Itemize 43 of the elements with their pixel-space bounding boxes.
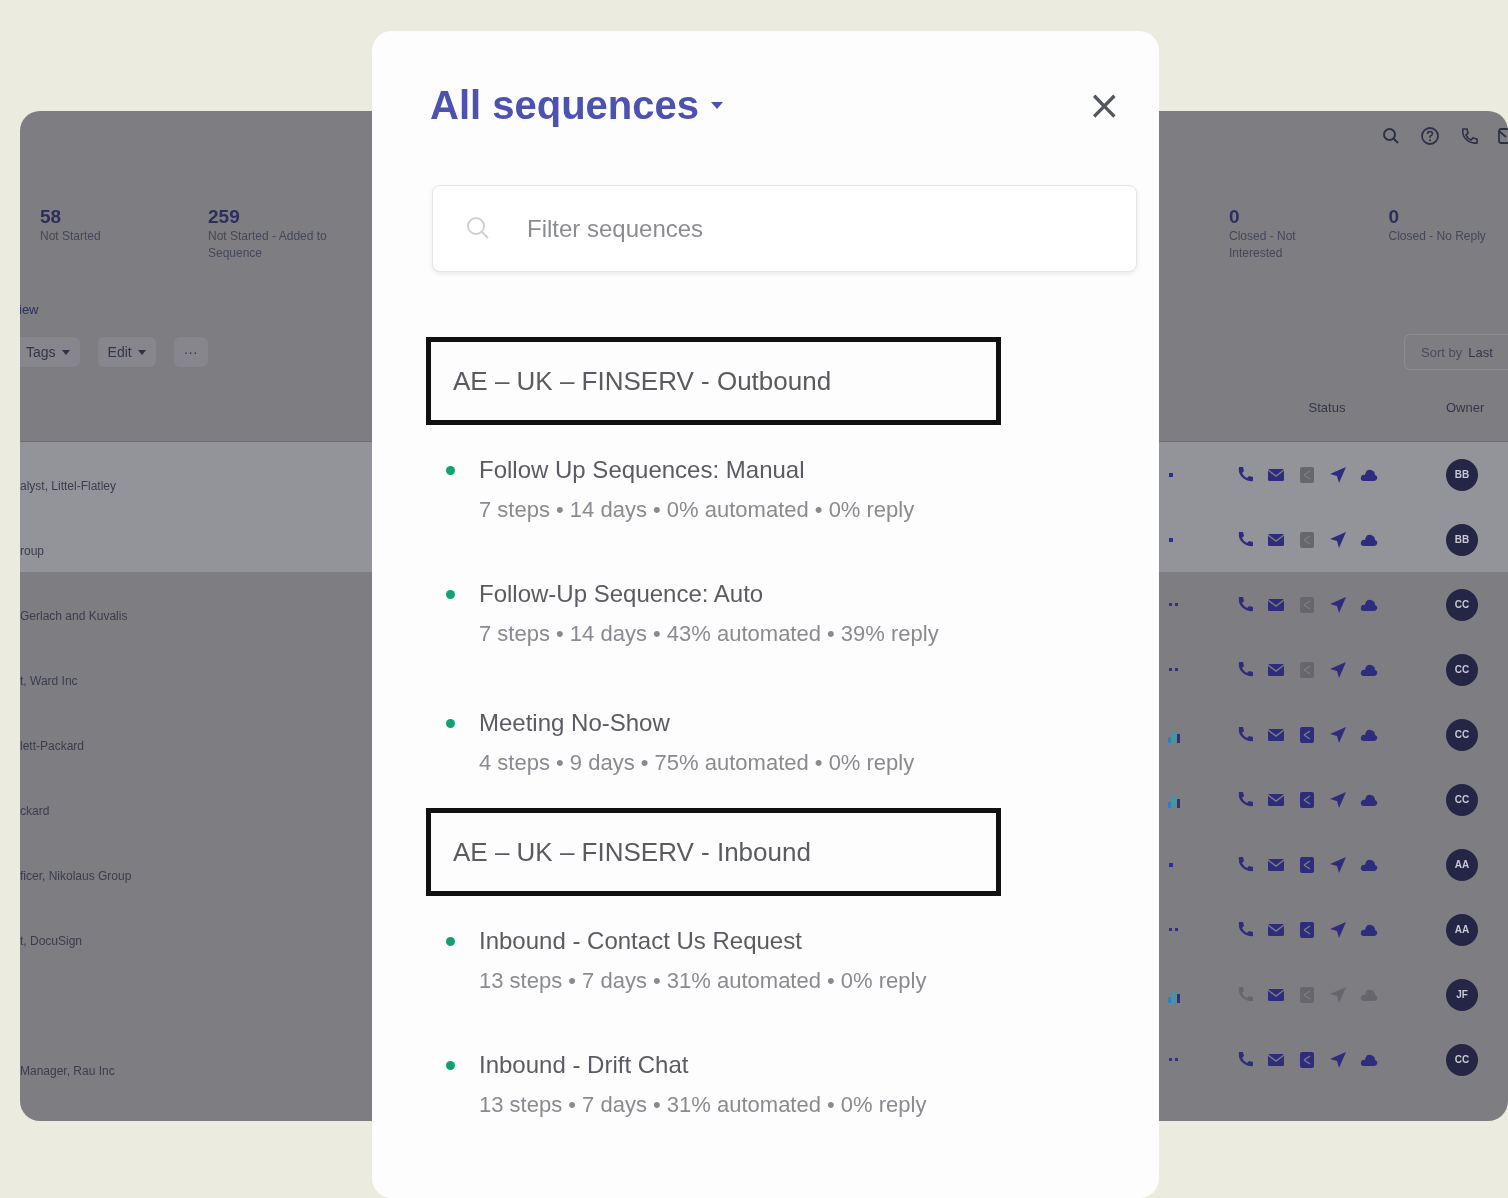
stat-label: Not Started (40, 228, 102, 245)
owner-avatar: BB (1446, 458, 1478, 491)
sequence-stats: 7 steps • 14 days • 0% automated • 0% reply (479, 496, 915, 524)
sequence-stats: 4 steps • 9 days • 75% automated • 0% reply (479, 749, 915, 777)
group-header: AE – UK – FINSERV - Outbound (426, 337, 1001, 425)
table-cell: alyst, Littel-Flatley (20, 479, 117, 493)
stat-value: 58 (40, 206, 63, 228)
sequence-name: Meeting No-Show (479, 708, 671, 738)
stat-label: Closed - No Reply (1388, 228, 1487, 245)
stat-value: 0 (1229, 206, 1241, 228)
owner-avatar: AA (1446, 848, 1478, 881)
table-cell: lett-Packard (20, 739, 85, 753)
group-header: AE – UK – FINSERV - Inbound (426, 808, 1001, 896)
sequence-name: Inbound - Drift Chat (479, 1050, 690, 1080)
column-header: Owner (1446, 400, 1485, 415)
table-cell: ficer, Nikolaus Group (20, 869, 132, 883)
sort-value: Last (1468, 344, 1493, 360)
sequence-stats: 7 steps • 14 days • 43% automated • 39% reply (479, 620, 939, 648)
sequence-name: Follow-Up Sequence: Auto (479, 579, 765, 609)
owner-avatar: BB (1446, 523, 1478, 556)
table-cell: roup (20, 544, 45, 558)
stat-value: 0 (1388, 206, 1401, 228)
sequence-stats: 13 steps • 7 days • 31% automated • 0% reply (479, 1091, 927, 1119)
stat-label: Closed - Not Interested (1229, 228, 1297, 262)
owner-avatar: CC (1446, 653, 1478, 686)
owner-avatar: CC (1446, 783, 1478, 816)
table-cell: t, DocuSign (20, 934, 83, 948)
sequence-name: Inbound - Contact Us Request (479, 926, 803, 956)
sequence-stats: 13 steps • 7 days • 31% automated • 0% reply (479, 967, 927, 995)
table-cell: t, Ward Inc (20, 674, 78, 688)
stat-value: 259 (208, 206, 241, 228)
sequence-name: Follow Up Sequences: Manual (479, 455, 806, 485)
owner-avatar: CC (1446, 1043, 1478, 1076)
table-cell: Manager, Rau Inc (20, 1064, 115, 1078)
owner-avatar: JF (1446, 978, 1478, 1011)
view-label: iew (20, 302, 39, 318)
owner-avatar: AA (1446, 913, 1478, 946)
table-cell: Gerlach and Kuvalis (20, 609, 128, 623)
owner-avatar: CC (1446, 588, 1478, 621)
column-header: Status (1308, 400, 1346, 415)
owner-avatar: CC (1446, 718, 1478, 751)
table-cell: ckard (20, 804, 50, 818)
stat-label: Not Started - Added to Sequence (208, 228, 328, 262)
